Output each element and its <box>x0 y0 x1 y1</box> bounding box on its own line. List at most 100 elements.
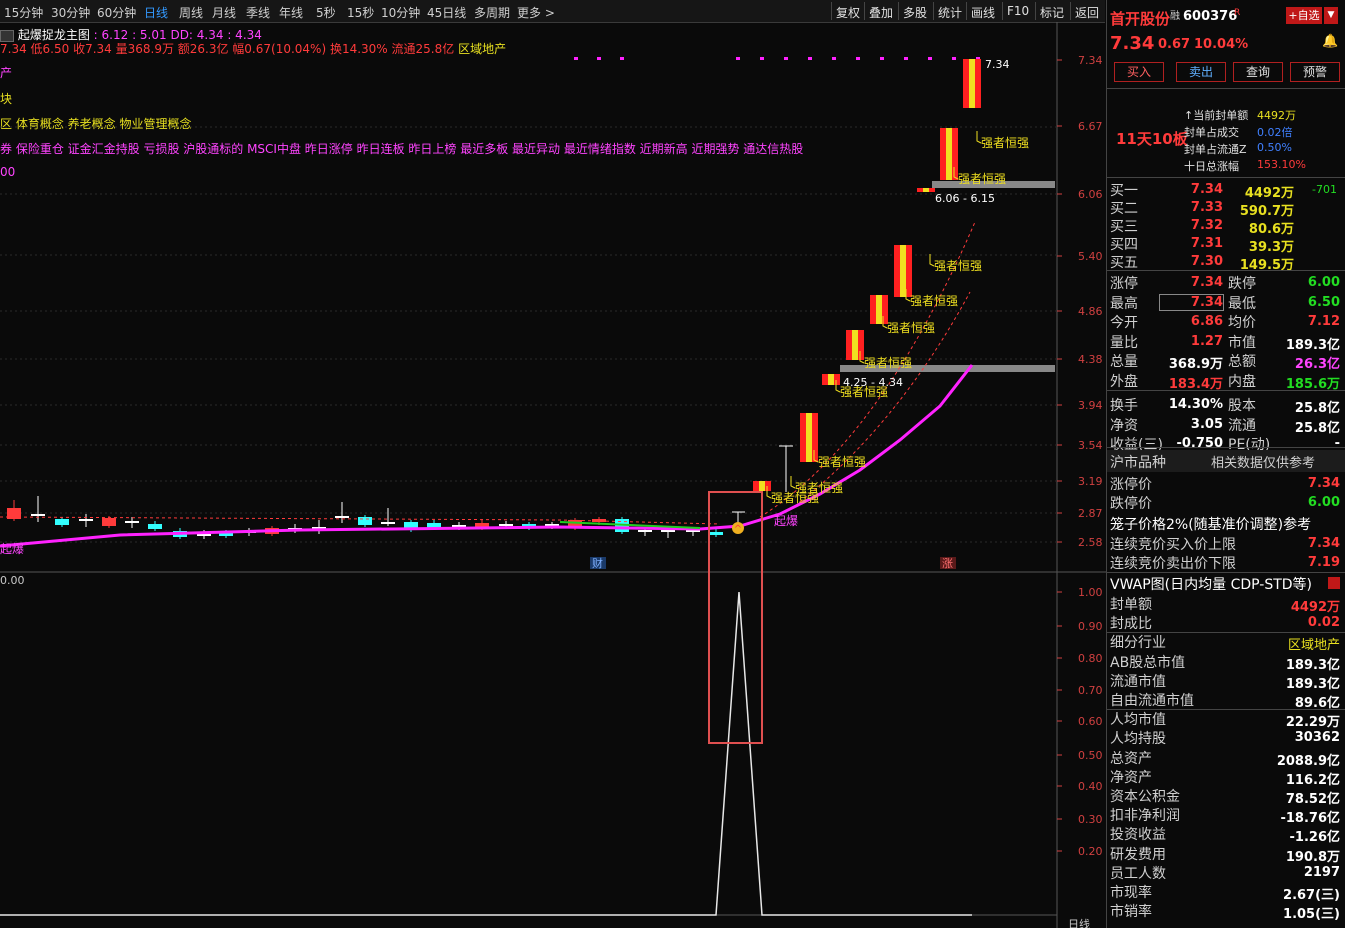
range-label-lower: 4.25 - 4.34 <box>843 376 903 389</box>
candle <box>31 496 45 522</box>
fund-label: AB股总市值 <box>1110 654 1186 671</box>
strong-label: 强者恒强 <box>934 259 982 273</box>
stat-value: 6.00 <box>1307 275 1340 290</box>
axis-tick: 7.34 <box>1078 54 1103 67</box>
stat-value: 1.27 <box>1190 333 1223 349</box>
candle <box>358 515 372 527</box>
limit-up-candle <box>800 413 818 462</box>
tool-button[interactable]: 标记 <box>1040 4 1064 21</box>
fund-label: 市销率 <box>1110 904 1152 921</box>
stat-label: 外盘 <box>1110 373 1138 390</box>
axis-tick: 4.86 <box>1078 305 1103 318</box>
period-tab[interactable]: 年线 <box>279 4 303 21</box>
bid-price: 7.31 <box>1190 236 1223 251</box>
start-label: 起爆 <box>774 514 798 528</box>
stat-value: 7.34 <box>1159 293 1224 311</box>
period-tab[interactable]: 45日线 <box>427 4 466 21</box>
seal-label: 十日总涨幅 <box>1184 160 1239 173</box>
bid-label: 买一 <box>1110 183 1138 199</box>
signal-dot <box>880 57 884 60</box>
stat-label: 最低 <box>1228 295 1256 312</box>
tool-button[interactable]: 复权 <box>836 4 860 21</box>
fund-value: 2088.9亿 <box>1276 753 1340 769</box>
period-tab[interactable]: 15分钟 <box>4 4 43 21</box>
bid-price: 7.34 <box>1190 182 1223 197</box>
period-tab[interactable]: 更多 > <box>517 4 555 21</box>
seal-value: 0.50% <box>1257 141 1292 154</box>
bid-volume: 590.7万 <box>1239 204 1294 219</box>
trade-button[interactable]: 买入 <box>1114 62 1164 82</box>
strong-label: 强者恒强 <box>981 136 1029 150</box>
market-note: 相关数据仅供参考 <box>1211 456 1316 471</box>
stat-value: 7.34 <box>1190 275 1223 290</box>
period-tab[interactable]: 周线 <box>179 4 203 21</box>
seal-value: 0.02倍 <box>1257 126 1293 139</box>
trade-button[interactable]: 预警 <box>1290 62 1340 82</box>
limit-up-candle <box>894 245 912 297</box>
signal-dot <box>574 57 578 60</box>
candle <box>381 508 395 526</box>
add-favorite-button[interactable]: +自选 <box>1286 7 1322 24</box>
period-tab[interactable]: 10分钟 <box>381 4 420 21</box>
period-tab[interactable]: 5秒 <box>316 4 336 21</box>
stat-label: 净资 <box>1110 417 1138 434</box>
signal-dot <box>952 57 956 60</box>
chevron-down-icon[interactable]: ▼ <box>1324 7 1338 24</box>
fund-value: 4492万 <box>1290 600 1340 615</box>
trade-button[interactable]: 查询 <box>1233 62 1283 82</box>
tool-button[interactable]: F10 <box>1007 4 1029 18</box>
seal-label: 封单占成交 <box>1184 126 1239 139</box>
candle <box>312 520 326 534</box>
strong-label: 强者恒强 <box>887 321 935 335</box>
trade-button[interactable]: 卖出 <box>1176 62 1226 82</box>
tool-button[interactable]: 叠加 <box>869 4 893 21</box>
vwap-label[interactable]: VWAP图(日内均量 CDP-STD等) <box>1110 574 1312 594</box>
period-tab[interactable]: 季线 <box>246 4 270 21</box>
bell-icon[interactable]: 🔔 <box>1322 34 1338 49</box>
margin-tag: 融 <box>1170 11 1180 22</box>
start-label-left: 起爆 <box>0 542 24 556</box>
limit-up-value: 7.34 <box>1307 476 1340 491</box>
bid-label: 买二 <box>1110 201 1138 217</box>
axis-tick: 6.67 <box>1078 120 1103 133</box>
period-tab[interactable]: 15秒 <box>347 4 374 21</box>
fund-label: 总资产 <box>1110 750 1152 767</box>
kline-chart[interactable]: 强者恒强强者恒强强者恒强强者恒强强者恒强强者恒强强者恒强强者恒强强者恒强强者恒强… <box>0 22 1106 928</box>
fund-value: 1.05(三) <box>1283 907 1340 923</box>
fund-label: 人均市值 <box>1110 712 1166 729</box>
fund-label: 人均持股 <box>1110 731 1166 748</box>
lower-axis: 1.00 0.90 0.80 0.70 0.60 0.50 0.40 0.30 0.20 <box>1057 586 1103 858</box>
stat-value: 189.3亿 <box>1285 337 1340 353</box>
axis-bottom-label: 日线 <box>1068 917 1090 928</box>
start-marker-glyph: ^ <box>734 524 742 535</box>
limit-up-candle <box>870 295 888 324</box>
tool-button[interactable]: 多股 <box>903 4 927 21</box>
signal-dot <box>904 57 908 60</box>
stat-value: 14.30% <box>1168 397 1223 412</box>
bid-label: 买四 <box>1110 237 1138 253</box>
stat-label: 换手 <box>1110 398 1138 414</box>
period-tab[interactable]: 60分钟 <box>97 4 136 21</box>
period-tab[interactable]: 30分钟 <box>51 4 90 21</box>
candle <box>125 517 139 528</box>
axis-tick: 0.60 <box>1078 715 1103 728</box>
limit-up-candle <box>963 59 981 108</box>
tool-button[interactable]: 返回 <box>1075 4 1099 21</box>
limit-up-candle <box>940 128 958 180</box>
stock-name: 首开股份 <box>1110 10 1171 28</box>
signal-dot <box>832 57 836 60</box>
limit-down-label: 跌停价 <box>1110 496 1152 512</box>
price-pct: 10.04% <box>1194 37 1249 52</box>
chart-icon[interactable] <box>1328 577 1340 589</box>
fund-value: 78.52亿 <box>1285 792 1340 807</box>
signal-dot <box>856 57 860 60</box>
axis-tick: 5.40 <box>1078 250 1103 263</box>
tool-button[interactable]: 画线 <box>971 4 995 21</box>
bid-change: -701 <box>1312 183 1337 196</box>
period-tab[interactable]: 月线 <box>212 4 236 21</box>
stat-value: 6.86 <box>1190 314 1223 329</box>
period-tab[interactable]: 日线 <box>144 4 168 21</box>
fund-label: 流通市值 <box>1110 673 1166 690</box>
period-tab[interactable]: 多周期 <box>474 4 510 21</box>
tool-button[interactable]: 统计 <box>938 4 962 21</box>
